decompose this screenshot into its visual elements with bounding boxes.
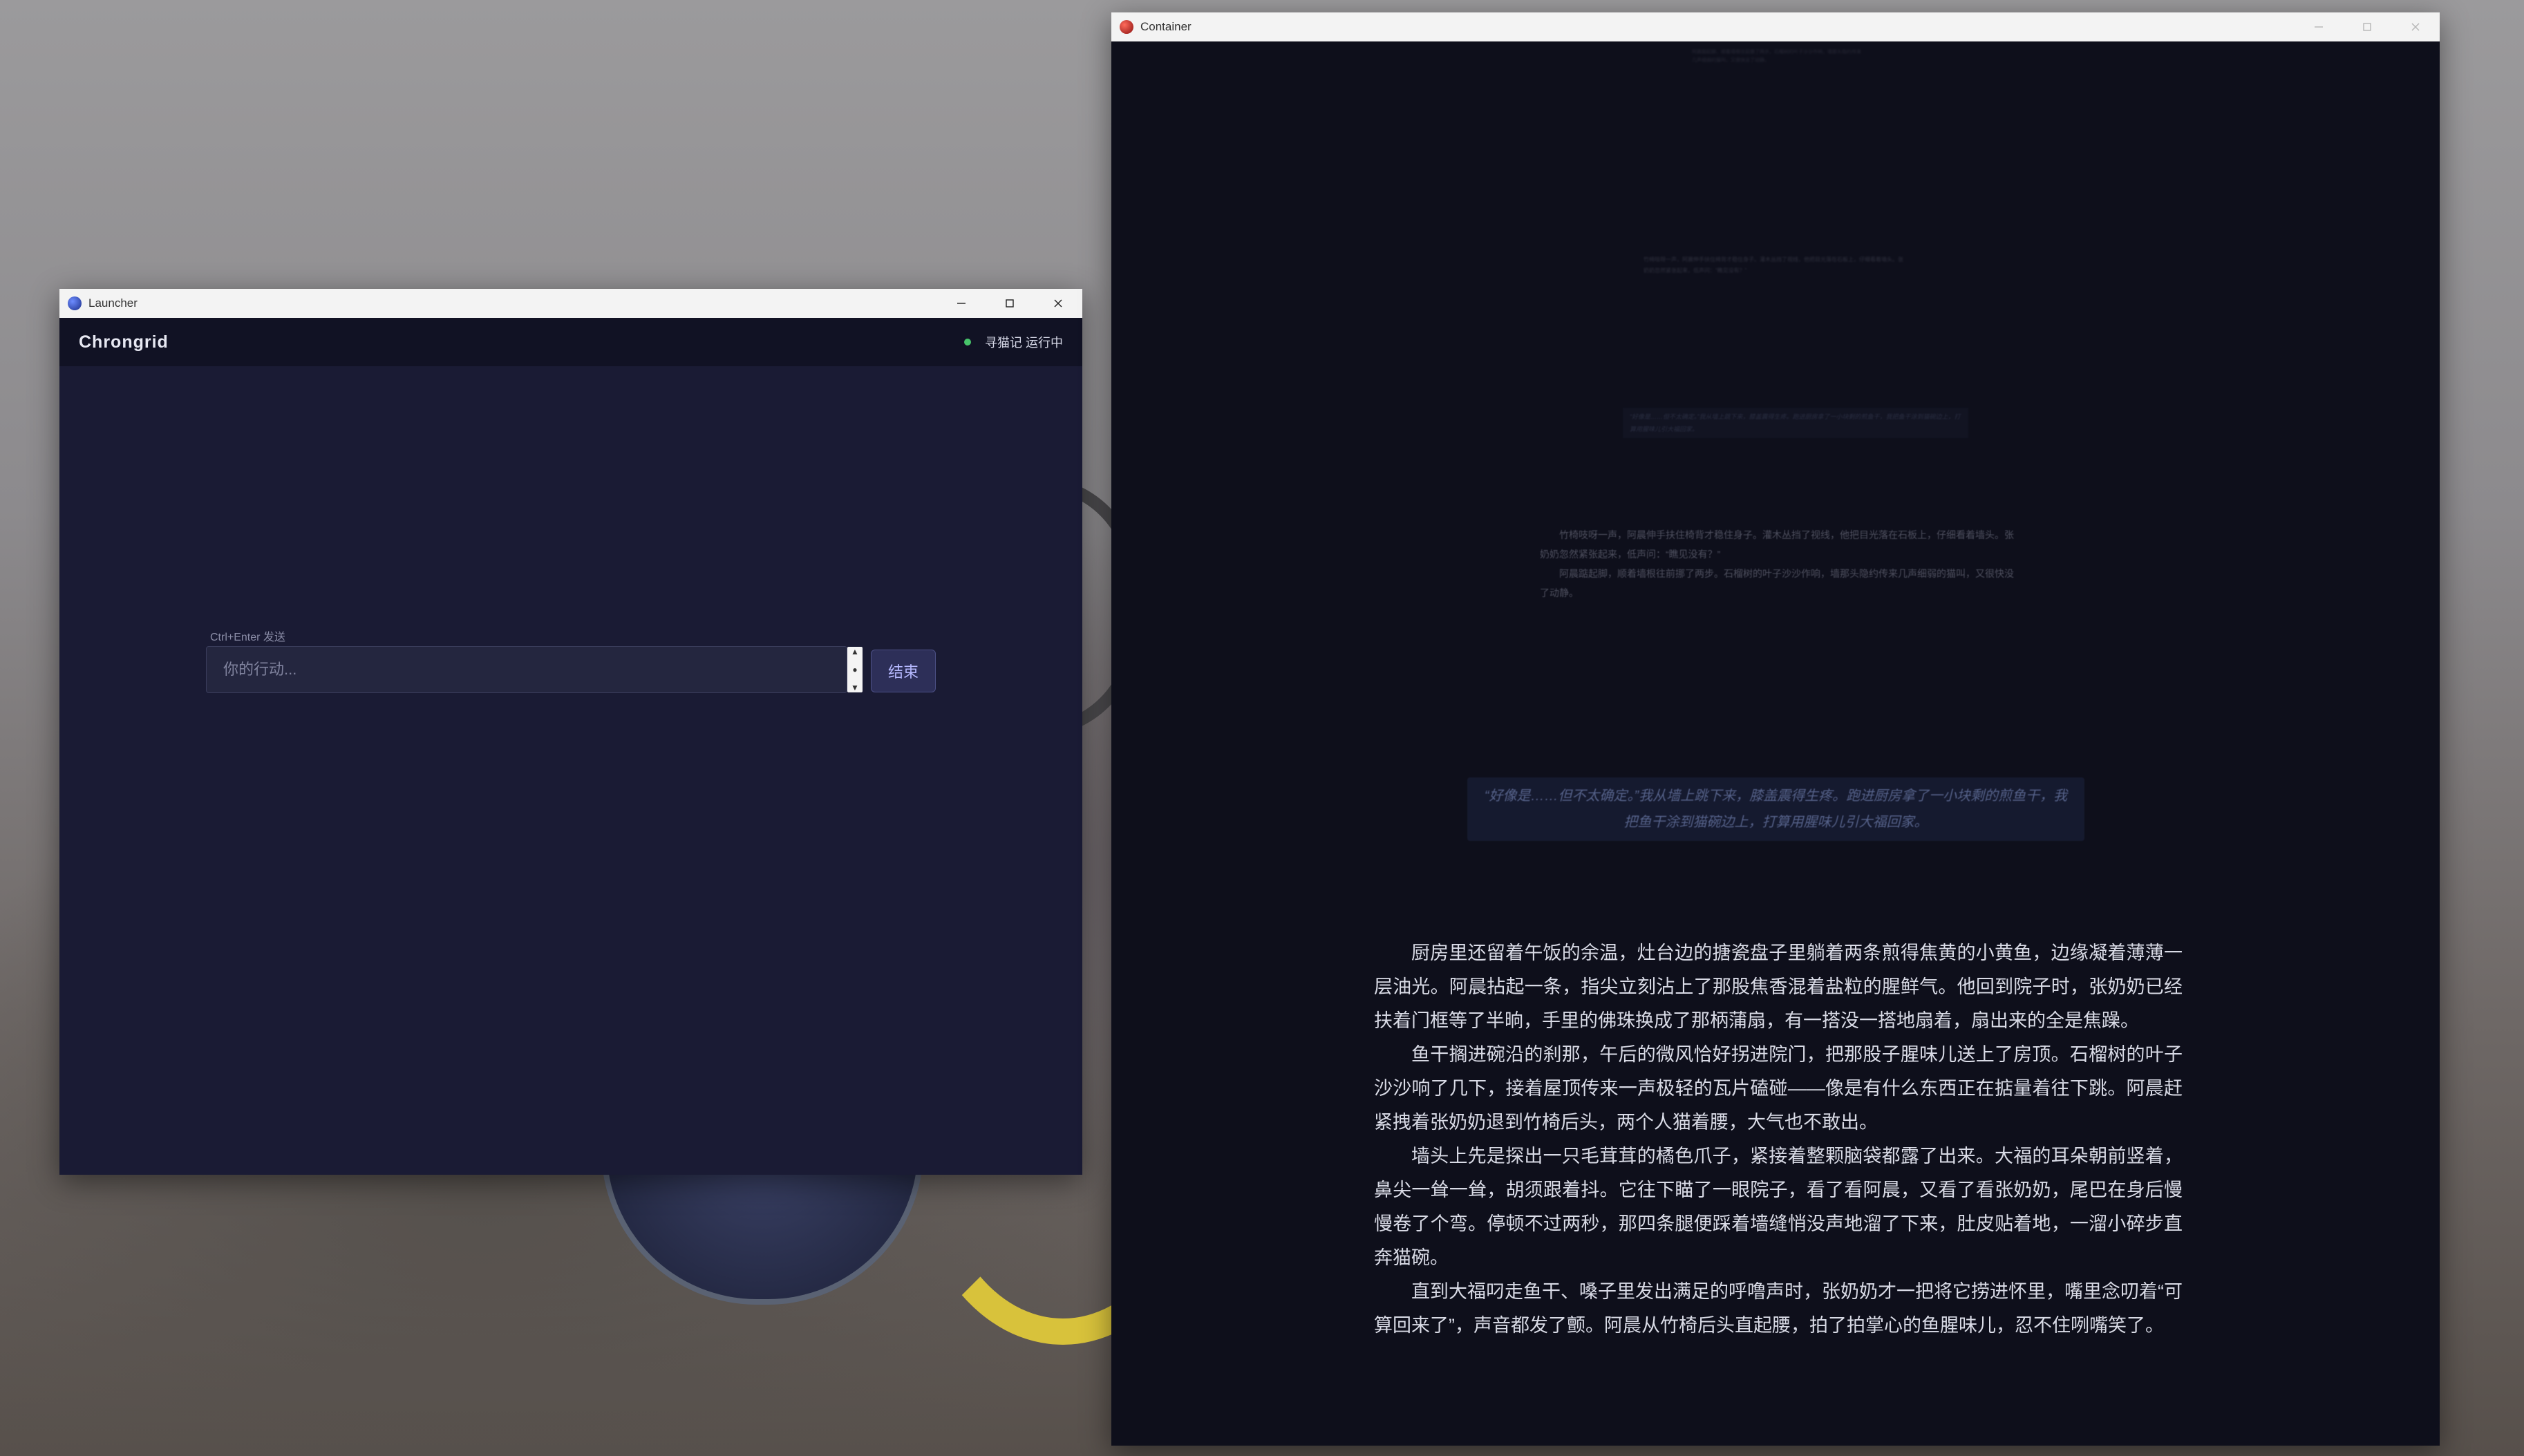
container-titlebar[interactable]: Container (1111, 12, 2440, 42)
story-paragraph: 阿晨踮起脚，顺着墙根往前挪了两步。石榴树的叶子沙沙作响，墙那头隐约传来几声细弱的… (1540, 568, 2014, 598)
launcher-window: Launcher Chrongrid 寻猫记 运行中 Ctrl+Enter 发送… (59, 289, 1082, 1175)
maximize-button[interactable] (986, 289, 1034, 318)
status-text: 寻猫记 运行中 (984, 336, 1063, 350)
launcher-content: Chrongrid 寻猫记 运行中 Ctrl+Enter 发送 ▲ ● ▼ 结束 (59, 318, 1082, 1175)
choice-text: “好像是……但不太确定。”我从墙上跳下来，膝盖震得生疼。跑进厨房拿了一小块剩的煎… (1484, 788, 2068, 830)
window-title: Launcher (88, 296, 138, 310)
close-button[interactable] (1034, 289, 1082, 318)
action-input[interactable] (206, 646, 847, 693)
minimize-button[interactable] (2295, 12, 2343, 41)
story-paragraph: 墙头上先是探出一只毛茸茸的橘色爪子，紧接着整颗脑袋都露了出来。大福的耳朵朝前竖着… (1374, 1146, 2183, 1268)
launcher-titlebar[interactable]: Launcher (59, 289, 1082, 319)
container-window: Container 阿晨踮起脚，顺着墙根往前挪了两步。石榴树的叶子沙沙作响，墙那… (1111, 12, 2440, 1446)
story-paragraph: 鱼干搁进碗沿的刹那，午后的微风恰好拐进院门，把那股子腥味儿送上了房顶。石榴树的叶… (1374, 1044, 2183, 1133)
minimize-button[interactable] (937, 289, 986, 318)
container-app-icon (1120, 20, 1133, 34)
launcher-app-icon (68, 296, 82, 310)
status-dot-icon (963, 339, 971, 346)
faded-history-choice: “好像是……但不太确定。”我从墙上跳下来，膝盖震得生疼。跑进厨房拿了一小块剩的煎… (1623, 408, 1968, 438)
close-icon (2411, 23, 2420, 31)
story-paragraph: 直到大福叼走鱼干、嗓子里发出满足的呼噜声时，张奶奶才一把将它捞进怀里，嘴里念叨着… (1374, 1281, 2183, 1336)
story-paragraph: 竹椅吱呀一声，阿晨伸手扶住椅背才稳住身子。灌木丛挡了视线，他把目光落在石板上，仔… (1540, 529, 2014, 560)
status-indicator: 寻猫记 运行中 (963, 333, 1063, 351)
minimize-icon (2315, 26, 2323, 28)
scroll-down-icon[interactable]: ▼ (851, 683, 859, 692)
input-scroll-stepper[interactable]: ▲ ● ▼ (847, 647, 863, 692)
faded-history-text: 阿晨踮起脚，顺着墙根往前挪了两步。石榴树的叶子沙沙作响，墙那头隐约传来几声细弱的… (1692, 50, 1861, 63)
minimize-icon (957, 303, 966, 304)
player-choice-block: “好像是……但不太确定。”我从墙上跳下来，膝盖震得生疼。跑进厨房拿了一小块剩的煎… (1467, 777, 2084, 841)
maximize-icon (2363, 23, 2371, 31)
close-icon (1054, 299, 1062, 308)
scroll-thumb-icon[interactable]: ● (852, 665, 857, 674)
story-viewport[interactable]: 阿晨踮起脚，顺着墙根往前挪了两步。石榴树的叶子沙沙作响，墙那头隐约传来几声细弱的… (1111, 41, 2440, 1446)
end-button[interactable]: 结束 (871, 650, 936, 692)
faded-history-paragraphs: 竹椅吱呀一声，阿晨伸手扶住椅背才稳住身子。灌木丛挡了视线，他把目光落在石板上，仔… (1540, 525, 2017, 603)
story-paragraph: 厨房里还留着午饭的余温，灶台边的搪瓷盘子里躺着两条煎得焦黄的小黄鱼，边缘凝着薄薄… (1374, 943, 2183, 1031)
story-narrative: 厨房里还留着午饭的余温，灶台边的搪瓷盘子里躺着两条煎得焦黄的小黄鱼，边缘凝着薄薄… (1374, 936, 2183, 1343)
close-button[interactable] (2391, 12, 2440, 41)
maximize-button[interactable] (2343, 12, 2391, 41)
brand-title: Chrongrid (79, 332, 169, 352)
app-header: Chrongrid 寻猫记 运行中 (59, 318, 1082, 366)
faded-history-text: 竹椅吱呀一声，阿晨伸手扶住椅背才稳住身子。灌木丛挡了视线，他把目光落在石板上，仔… (1644, 256, 1903, 274)
window-title: Container (1140, 20, 1192, 33)
input-hint: Ctrl+Enter 发送 (210, 632, 285, 643)
scroll-up-icon[interactable]: ▲ (851, 647, 859, 656)
maximize-icon (1006, 299, 1014, 308)
